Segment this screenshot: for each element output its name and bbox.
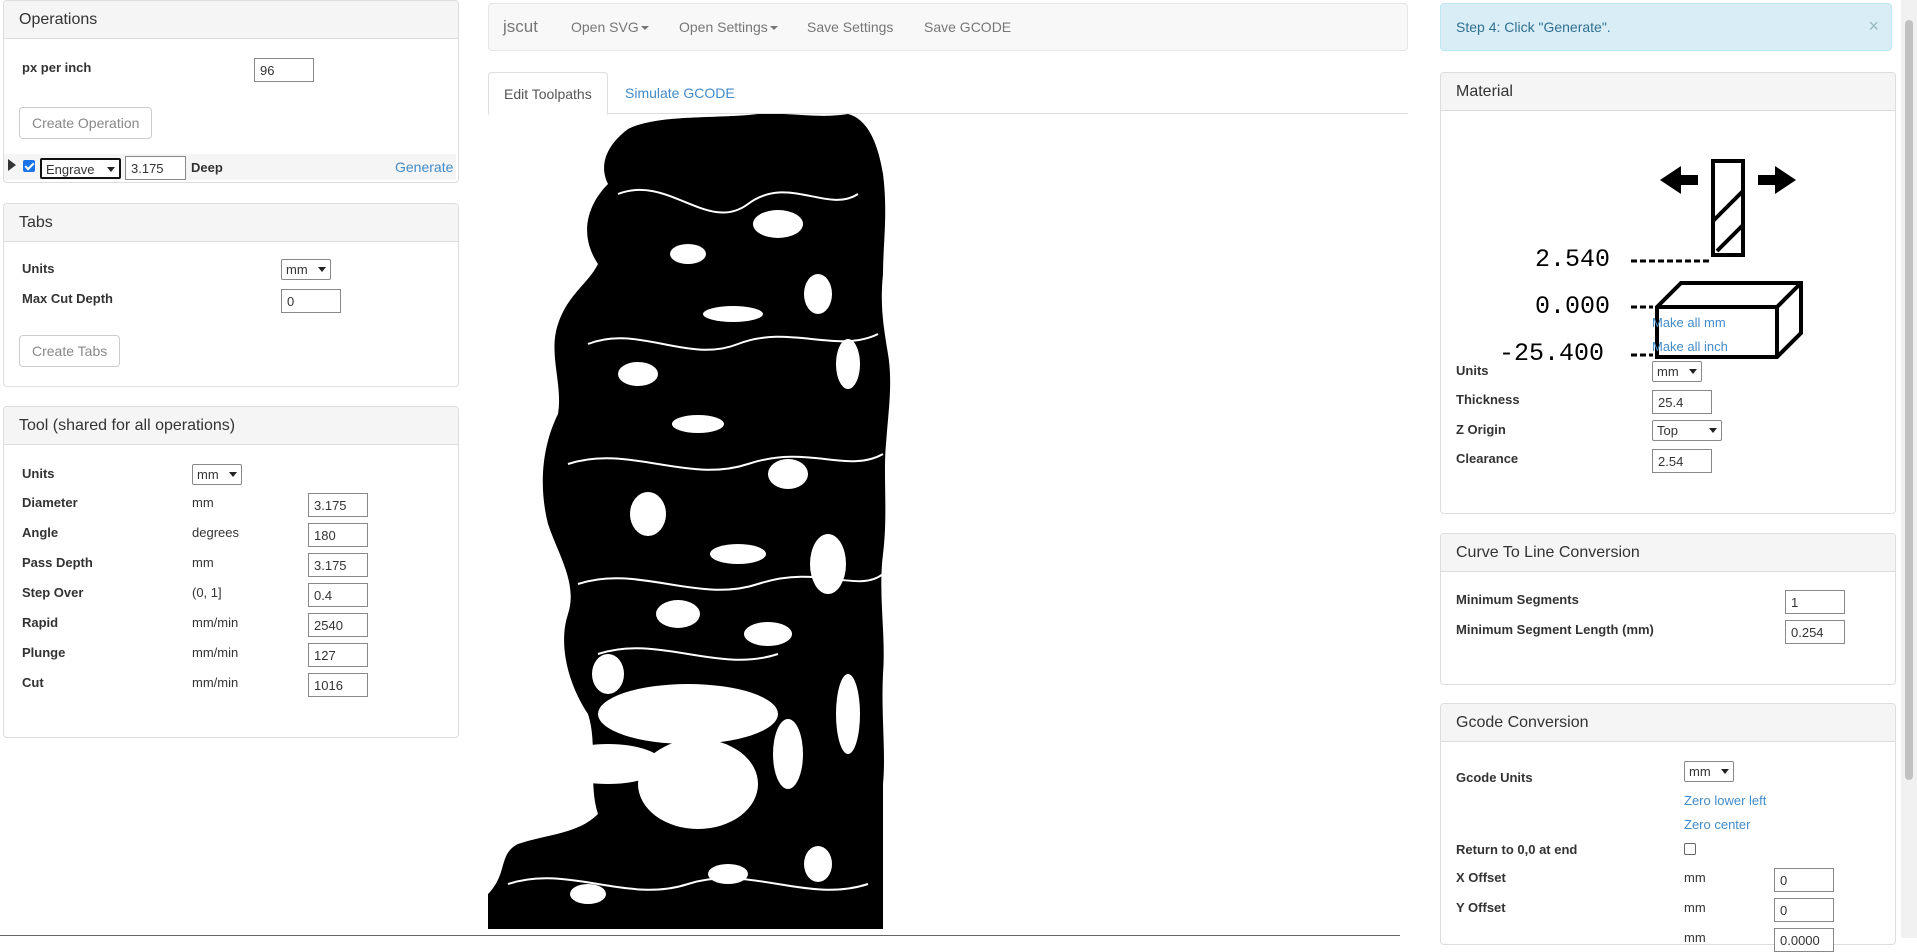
x-offset-input[interactable] xyxy=(1774,868,1834,892)
step-over-input[interactable] xyxy=(308,583,368,607)
open-svg-menu[interactable]: Open SVG xyxy=(571,4,649,50)
min-segments-input[interactable] xyxy=(1785,590,1845,614)
close-icon[interactable]: × xyxy=(1868,16,1879,37)
gcode-heading: Gcode Conversion xyxy=(1441,704,1895,742)
curve-panel: Curve To Line Conversion Minimum Segment… xyxy=(1440,533,1896,685)
view-tabs: Edit Toolpaths Simulate GCODE xyxy=(488,72,1408,115)
diameter-input[interactable] xyxy=(308,493,368,517)
save-gcode-link[interactable]: Save GCODE xyxy=(924,4,1011,50)
return-to-origin-label: Return to 0,0 at end xyxy=(1456,842,1578,857)
plunge-input[interactable] xyxy=(308,643,368,667)
y-offset-label: Y Offset xyxy=(1456,900,1506,915)
rapid-input[interactable] xyxy=(308,613,368,637)
px-per-inch-label: px per inch xyxy=(22,60,92,75)
tool-heading: Tool (shared for all operations) xyxy=(4,407,458,445)
material-units-select[interactable]: mm xyxy=(1652,361,1702,382)
operation-row: Engrave Deep Generate xyxy=(4,154,456,180)
clearance-label: Clearance xyxy=(1456,451,1519,466)
diameter-label: Diameter xyxy=(22,495,78,510)
rapid-unit: mm/min xyxy=(192,615,239,630)
zero-lower-left-link[interactable]: Zero lower left xyxy=(1684,793,1766,808)
open-svg-label: Open SVG xyxy=(571,19,639,35)
operations-panel: Operations px per inch Create Operation … xyxy=(3,0,459,183)
material-panel: Material 2.540 0.000 -25.400 Make all mm… xyxy=(1440,72,1896,514)
open-settings-menu[interactable]: Open Settings xyxy=(679,4,778,50)
max-cut-depth-label: Max Cut Depth xyxy=(22,291,113,306)
pass-depth-label: Pass Depth xyxy=(22,555,93,570)
pass-depth-unit: mm xyxy=(192,555,214,570)
create-operation-button[interactable]: Create Operation xyxy=(19,107,153,139)
rapid-label: Rapid xyxy=(22,615,59,630)
zero-center-link[interactable]: Zero center xyxy=(1684,817,1750,832)
material-units-label: Units xyxy=(1456,363,1489,378)
tabs-panel: Tabs Units mm Max Cut Depth Create Tabs xyxy=(3,203,459,387)
z-origin-select[interactable]: Top xyxy=(1652,420,1722,441)
operation-type-select[interactable]: Engrave xyxy=(40,158,121,179)
tool-units-select[interactable]: mm xyxy=(192,464,242,485)
operation-enabled-checkbox[interactable] xyxy=(23,160,35,172)
operations-heading: Operations xyxy=(4,1,458,39)
tab-simulate-gcode[interactable]: Simulate GCODE xyxy=(610,72,750,114)
plunge-label: Plunge xyxy=(22,645,66,660)
min-segment-length-label: Minimum Segment Length (mm) xyxy=(1456,622,1654,637)
top-navbar: jscut Open SVG Open Settings Save Settin… xyxy=(488,3,1408,51)
generate-link[interactable]: Generate xyxy=(395,159,453,175)
gcode-units-select[interactable]: mm xyxy=(1684,761,1734,782)
angle-unit: degrees xyxy=(192,525,239,540)
operation-depth-input[interactable] xyxy=(125,156,186,180)
alert-text: Step 4: Click "Generate". xyxy=(1456,19,1611,35)
plunge-unit: mm/min xyxy=(192,645,239,660)
thickness-input[interactable] xyxy=(1652,390,1712,414)
tabs-heading: Tabs xyxy=(4,204,458,242)
x-offset-label: X Offset xyxy=(1456,870,1506,885)
make-all-inch-link[interactable]: Make all inch xyxy=(1652,339,1728,354)
make-all-mm-link[interactable]: Make all mm xyxy=(1652,315,1726,330)
page-scrollbar-thumb[interactable] xyxy=(1905,20,1913,780)
x-offset-unit: mm xyxy=(1684,870,1706,885)
px-per-inch-input[interactable] xyxy=(254,58,314,82)
material-heading: Material xyxy=(1441,73,1895,111)
step-alert: Step 4: Click "Generate". × xyxy=(1440,3,1892,51)
gcode-units-label: Gcode Units xyxy=(1456,770,1533,785)
cut-input[interactable] xyxy=(308,673,368,697)
curve-heading: Curve To Line Conversion xyxy=(1441,534,1895,572)
toolpath-canvas[interactable] xyxy=(488,114,1408,929)
y-offset-unit: mm xyxy=(1684,900,1706,915)
deep-label: Deep xyxy=(191,160,223,175)
tab-edit-toolpaths[interactable]: Edit Toolpaths xyxy=(488,72,608,115)
gcode-panel: Gcode Conversion Gcode Units mm Zero low… xyxy=(1440,703,1896,952)
angle-label: Angle xyxy=(22,525,59,540)
toolpath-artwork xyxy=(488,114,891,929)
min-segment-length-input[interactable] xyxy=(1785,620,1845,644)
open-settings-caret-icon xyxy=(769,26,778,31)
bottom-divider xyxy=(0,935,1400,936)
create-tabs-button[interactable]: Create Tabs xyxy=(19,335,121,367)
return-to-origin-checkbox[interactable] xyxy=(1684,843,1696,855)
thickness-label: Thickness xyxy=(1456,392,1520,407)
tabs-units-label: Units xyxy=(22,261,55,276)
cutoff-input[interactable] xyxy=(1774,928,1834,952)
save-settings-link[interactable]: Save Settings xyxy=(807,4,893,50)
expand-arrow-icon[interactable] xyxy=(8,159,16,171)
cut-unit: mm/min xyxy=(192,675,239,690)
tabs-units-select[interactable]: mm xyxy=(281,259,331,280)
diameter-unit: mm xyxy=(192,495,214,510)
y-offset-input[interactable] xyxy=(1774,898,1834,922)
clearance-input[interactable] xyxy=(1652,449,1712,473)
pass-depth-input[interactable] xyxy=(308,553,368,577)
brand-link[interactable]: jscut xyxy=(503,4,538,50)
open-settings-label: Open Settings xyxy=(679,19,768,35)
max-cut-depth-input[interactable] xyxy=(281,289,341,313)
open-svg-caret-icon xyxy=(640,26,649,31)
tool-units-label: Units xyxy=(22,466,55,481)
angle-input[interactable] xyxy=(308,523,368,547)
min-segments-label: Minimum Segments xyxy=(1456,592,1579,607)
z-origin-label: Z Origin xyxy=(1456,422,1506,437)
tool-panel: Tool (shared for all operations) Units m… xyxy=(3,406,459,738)
cut-label: Cut xyxy=(22,675,44,690)
step-over-unit: (0, 1] xyxy=(192,585,222,600)
step-over-label: Step Over xyxy=(22,585,84,600)
